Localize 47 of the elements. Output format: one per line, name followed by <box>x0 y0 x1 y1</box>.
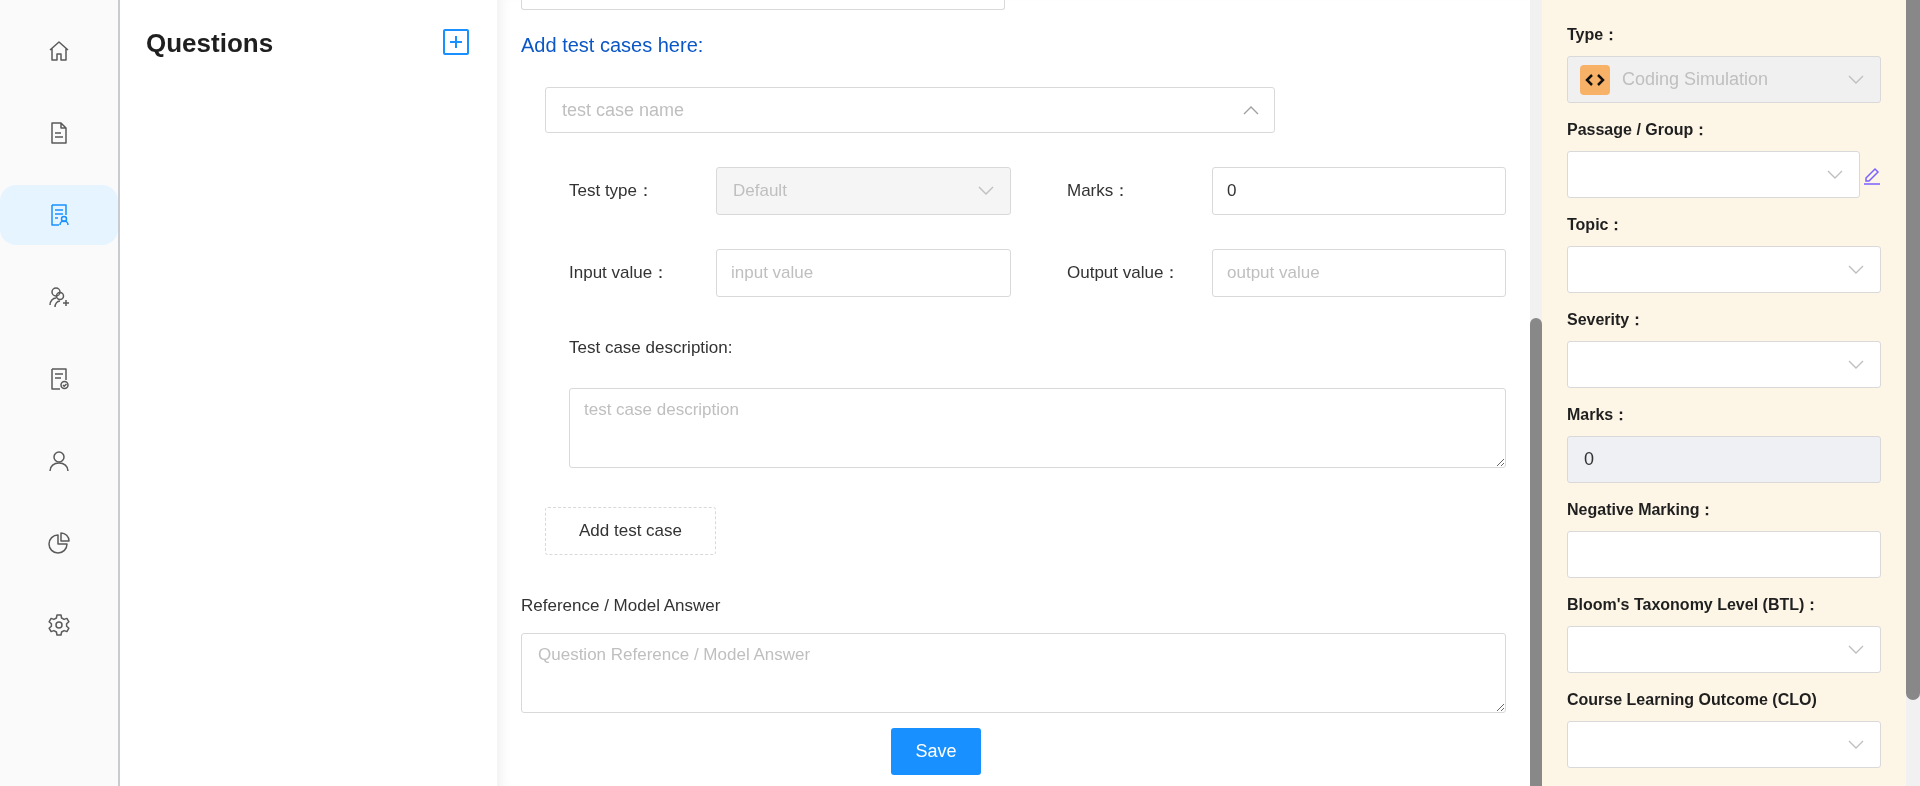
field-label: Test type： <box>569 180 656 203</box>
dropdown[interactable] <box>1567 341 1881 388</box>
marks-field[interactable]: 0 <box>1212 167 1506 215</box>
chevron-down-icon <box>1848 264 1864 275</box>
dropdown[interactable] <box>1567 626 1881 673</box>
field-label: Severity： <box>1567 310 1647 330</box>
field-label: Marks： <box>1567 405 1631 425</box>
settings-icon <box>47 613 71 637</box>
field-label: Test case description: <box>569 337 734 359</box>
chevron-down-icon <box>1848 74 1864 85</box>
field-label: Reference / Model Answer <box>521 595 722 617</box>
scrollbar[interactable] <box>1906 0 1920 786</box>
chevron-down-icon <box>1848 739 1864 750</box>
scrollbar[interactable] <box>1530 0 1542 786</box>
chevron-up-icon <box>1243 105 1259 115</box>
field-label: Negative Marking： <box>1567 500 1717 520</box>
field-label: Bloom's Taxonomy Level (BTL)： <box>1567 595 1822 615</box>
add-test-case-button[interactable]: Add test case <box>545 507 716 555</box>
chevron-down-icon <box>1848 644 1864 655</box>
home-icon <box>47 39 71 63</box>
test-case-name-field[interactable]: test case name <box>545 87 1275 133</box>
input-value-field[interactable]: input value <box>716 249 1011 297</box>
add-question-button[interactable] <box>443 29 469 55</box>
pie-chart-icon <box>47 531 71 555</box>
output-value-field[interactable]: output value <box>1212 249 1506 297</box>
chevron-down-icon <box>1827 169 1843 180</box>
field-label: Type： <box>1567 25 1621 45</box>
field-label: Marks： <box>1067 180 1132 203</box>
panel-title: Questions <box>146 27 274 60</box>
person-icon <box>47 449 71 473</box>
model-answer-field[interactable]: Question Reference / Model Answer <box>521 633 1506 713</box>
field-label: Passage / Group： <box>1567 120 1711 140</box>
dropdown[interactable] <box>1567 246 1881 293</box>
person-add-icon <box>47 285 71 309</box>
dropdown[interactable] <box>1567 721 1881 768</box>
nav-item[interactable] <box>0 185 118 245</box>
field-label: Topic： <box>1567 215 1626 235</box>
field-label: Input value： <box>569 262 671 285</box>
description-field[interactable]: test case description <box>569 388 1506 468</box>
input-field[interactable] <box>521 0 1005 10</box>
chevron-down-icon <box>1848 359 1864 370</box>
section-heading: Add test cases here: <box>521 33 705 58</box>
plus-icon <box>449 35 463 49</box>
field-label: Course Learning Outcome (CLO) <box>1567 690 1818 710</box>
chevron-down-icon <box>978 186 994 196</box>
field-label: Output value： <box>1067 262 1182 285</box>
input-field[interactable] <box>1567 531 1881 578</box>
